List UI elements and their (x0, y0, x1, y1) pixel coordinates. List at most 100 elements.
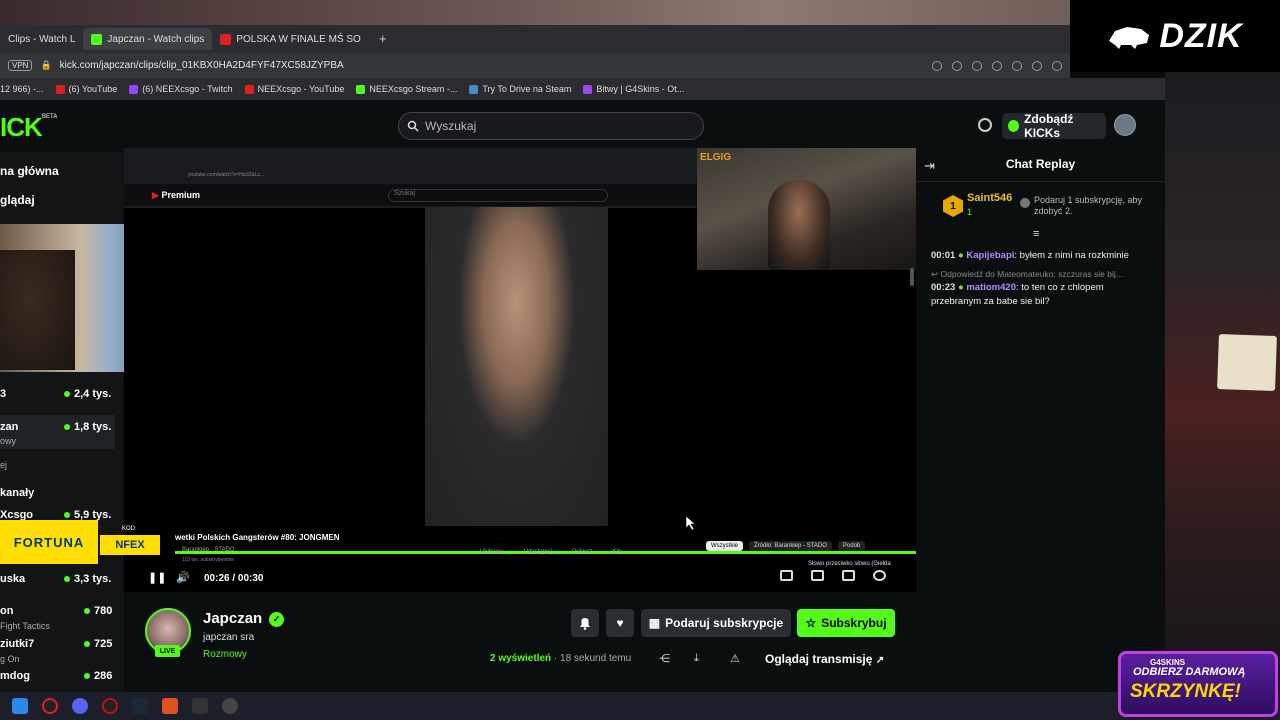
stream-title: japczan sra (203, 632, 255, 643)
verified-icon: ✓ (269, 612, 284, 627)
youtube-icon (55, 84, 65, 94)
kick-icon (356, 84, 366, 94)
bookmark-item[interactable]: 12 966) -... (0, 84, 44, 94)
windows-start-icon[interactable] (12, 698, 28, 714)
bookmarks-bar: 12 966) -... (6) YouTube (6) NEEXcsgo - … (0, 78, 1165, 100)
search-placeholder: Wyszukaj (425, 119, 477, 133)
download-icon[interactable] (992, 60, 1002, 71)
discord-icon[interactable] (72, 698, 88, 714)
badge-icon: ● (957, 282, 964, 293)
new-tab-button[interactable]: + (375, 31, 391, 47)
steam-icon[interactable] (132, 698, 148, 714)
user-avatar[interactable] (1114, 114, 1136, 136)
channel-name[interactable]: Japczan (203, 610, 262, 627)
steam-icon (469, 84, 479, 94)
promo-code-label: KOD: (122, 526, 137, 532)
heart-icon: ♥ (616, 616, 624, 630)
gift-subs-button[interactable]: ▦ Podaruj subskrypcje (641, 609, 791, 637)
sidebar-channel-viewers: 286 (84, 670, 112, 682)
chat-username[interactable]: matiom420 (966, 282, 1016, 293)
sidebar-channel-name[interactable]: ziutki7 (0, 638, 34, 650)
chat-divider (916, 181, 1165, 182)
play-icon[interactable] (1012, 60, 1022, 71)
app-icon[interactable] (162, 698, 178, 714)
youtube-chips: Wszystkie Źródło: Barankiep - STADO Podo… (706, 541, 866, 551)
chat-message: 00:01 ● Kapijebapi: byłem z nimi na rozk… (931, 250, 1129, 261)
tab-polska[interactable]: POLSKA W FINALE MŚ SO (212, 28, 368, 50)
sidebar-section-title: kanały (0, 487, 35, 499)
zoom-icon[interactable] (932, 60, 942, 71)
streamer-cam-person (768, 180, 830, 270)
sidebar-item-browse[interactable]: glądaj (0, 193, 35, 207)
share-icon[interactable]: ⋲ (659, 652, 670, 665)
sidebar-channel-name[interactable]: 3 (0, 388, 6, 400)
clip-button[interactable] (873, 570, 886, 581)
stream-category[interactable]: Rozmowy (203, 649, 247, 660)
sidebar-channel-name[interactable]: uska (0, 573, 25, 585)
sidebar-channel-name[interactable]: mdog (0, 670, 30, 682)
bookmark-icon[interactable] (1032, 60, 1042, 71)
bookmark-item[interactable]: Try To Drive na Steam (469, 84, 571, 94)
player-controls-right (780, 570, 886, 581)
bookmark-item[interactable]: Bitwy | G4Skins - Ot... (583, 84, 684, 94)
download-icon[interactable]: ⤓ (694, 652, 699, 665)
opera-icon[interactable] (42, 698, 58, 714)
search-icon (407, 120, 419, 132)
report-icon[interactable]: ⚠ (730, 652, 740, 665)
gift-leader-username[interactable]: Saint546 (967, 192, 1012, 204)
heart-icon[interactable] (1052, 60, 1062, 71)
url-text[interactable]: kick.com/japczan/clips/clip_01KBX0HA2D4F… (60, 60, 344, 71)
address-bar[interactable]: VPN 🔒 kick.com/japczan/clips/clip_01KBX0… (0, 53, 1070, 78)
sidebar-channel-category: owy (0, 436, 17, 446)
get-kicks-button[interactable]: Zdobądź KICKs (1002, 112, 1106, 140)
playback-time: 00:26 / 00:30 (204, 572, 264, 584)
bookmark-item[interactable]: (6) YouTube (55, 84, 117, 94)
app-icon[interactable] (192, 698, 208, 714)
fullscreen-button[interactable] (842, 570, 855, 581)
chat-title: Chat Replay (1005, 157, 1076, 171)
watch-stream-link[interactable]: Oglądaj transmisję ↗ (765, 652, 884, 666)
clip-views: 2 wyświetleń · 18 sekund temu (490, 653, 632, 664)
search-input[interactable]: Wyszukaj (398, 112, 704, 140)
pip-button[interactable] (780, 570, 793, 581)
notifications-icon[interactable] (978, 118, 992, 132)
opera-gx-icon[interactable] (102, 698, 118, 714)
kick-icon (91, 33, 103, 45)
sidebar-show-more[interactable]: ej (0, 460, 7, 470)
sidebar-item-home[interactable]: na główna (0, 164, 59, 178)
kick-logo[interactable]: ICK (0, 112, 43, 143)
youtube-side-video: Słowo przeciwko słowu (Giełda (808, 561, 891, 567)
bookmark-item[interactable]: (6) NEEXcsgo - Twitch (129, 84, 233, 94)
app-icon[interactable] (222, 698, 238, 714)
youtube-subscribers: 115 tys. subskrybentów (182, 557, 234, 563)
share-icon[interactable] (952, 60, 962, 71)
chat-username[interactable]: Kapijebapi (966, 250, 1014, 261)
mouse-cursor-icon (686, 516, 696, 530)
volume-icon[interactable]: 🔊 (176, 572, 190, 584)
pause-button[interactable]: ❚❚ (148, 572, 166, 584)
tab-clips[interactable]: Clips - Watch L (0, 28, 83, 50)
live-dot-icon (84, 673, 90, 679)
gift-icon: ▦ (648, 616, 661, 630)
sidebar-channel-viewers: 1,8 tys. (64, 421, 111, 433)
camera-icon[interactable] (972, 60, 982, 71)
bookmark-item[interactable]: NEEXcsgo Stream -... (356, 84, 457, 94)
sidebar-channel-name[interactable]: on (0, 605, 13, 617)
address-bar-actions (932, 60, 1062, 71)
youtube-video-title: wetki Polskich Gangsterów #80: JONGMEN (175, 533, 340, 542)
notification-bell-button[interactable] (571, 609, 599, 637)
vpn-badge[interactable]: VPN (8, 60, 33, 71)
subscribe-button[interactable]: ☆ Subskrybuj (797, 609, 895, 637)
tab-japczan[interactable]: Japczan - Watch clips (83, 28, 213, 50)
expand-icon[interactable]: ≡ (1033, 228, 1039, 240)
g4skins-ad-line2: SKRZYNKĘ! (1130, 681, 1241, 702)
windows-taskbar (0, 692, 1280, 720)
streamer-cam-logo: ELGIG (700, 152, 732, 163)
gift-icon (1020, 198, 1030, 208)
follow-button[interactable]: ♥ (606, 609, 634, 637)
chat-scrollbar[interactable] (910, 268, 914, 286)
theater-mode-button[interactable] (811, 570, 824, 581)
sidebar-channel-viewers: 3,3 tys. (64, 573, 111, 585)
bell-icon (580, 618, 590, 630)
bookmark-item[interactable]: NEEXcsgo - YouTube (244, 84, 344, 94)
